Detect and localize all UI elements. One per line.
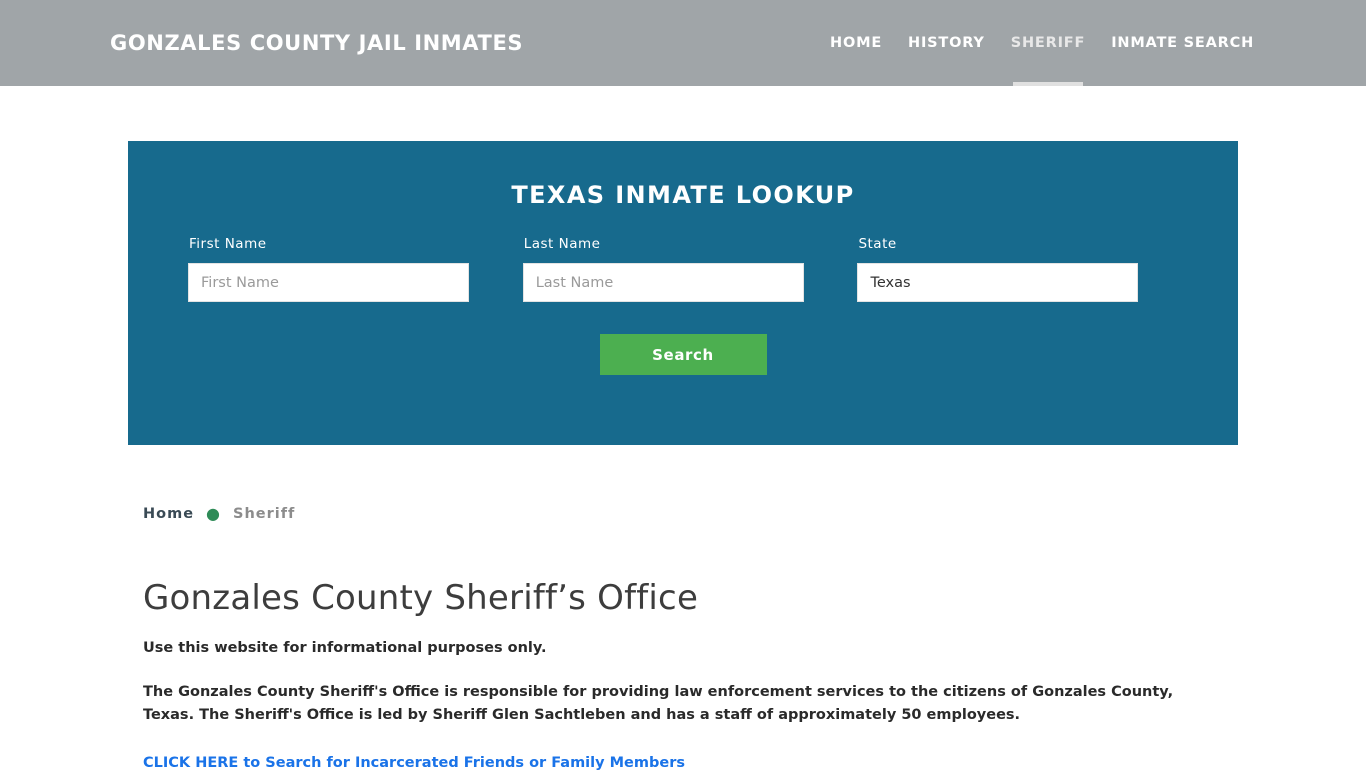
search-button-wrap: Search — [128, 334, 1238, 375]
state-select[interactable]: Texas — [857, 263, 1139, 302]
last-name-label: Last Name — [523, 236, 601, 252]
main-navigation: HOME HISTORY SHERIFF INMATE SEARCH — [830, 0, 1254, 86]
last-name-input[interactable] — [522, 263, 804, 302]
nav-item-sheriff[interactable]: SHERIFF — [1011, 0, 1085, 86]
breadcrumb-separator-icon: ● — [206, 504, 222, 523]
main-content: Gonzales County Sheriff’s Office Use thi… — [143, 578, 1223, 771]
nav-item-home[interactable]: HOME — [830, 0, 882, 86]
nav-item-history[interactable]: HISTORY — [908, 0, 985, 86]
state-field-group: State Texas — [857, 236, 1178, 302]
site-brand[interactable]: Gonzales County Jail Inmates — [110, 31, 523, 55]
disclaimer-text: Use this website for informational purpo… — [143, 640, 547, 656]
state-label: State — [858, 236, 897, 252]
lookup-title: Texas Inmate Lookup — [511, 181, 855, 209]
search-button[interactable]: Search — [599, 334, 767, 375]
breadcrumb-home[interactable]: Home — [143, 506, 194, 522]
last-name-field-group: Last Name — [522, 236, 858, 302]
nav-item-inmate-search[interactable]: INMATE SEARCH — [1111, 0, 1254, 86]
inmate-lookup-panel: Texas Inmate Lookup First Name Last Name… — [128, 141, 1238, 445]
inmate-search-cta-link[interactable]: CLICK HERE to Search for Incarcerated Fr… — [143, 755, 685, 771]
first-name-label: First Name — [189, 236, 267, 252]
page-title: Gonzales County Sheriff’s Office — [143, 578, 699, 618]
breadcrumb: Home ● Sheriff — [143, 504, 296, 523]
description-paragraph: The Gonzales County Sheriff's Office is … — [143, 683, 1174, 724]
breadcrumb-current: Sheriff — [233, 506, 296, 522]
first-name-field-group: First Name — [188, 236, 523, 302]
first-name-input[interactable] — [188, 263, 469, 302]
site-header: Gonzales County Jail Inmates HOME HISTOR… — [0, 0, 1366, 86]
lookup-fields-row: First Name Last Name State Texas — [128, 236, 1238, 302]
